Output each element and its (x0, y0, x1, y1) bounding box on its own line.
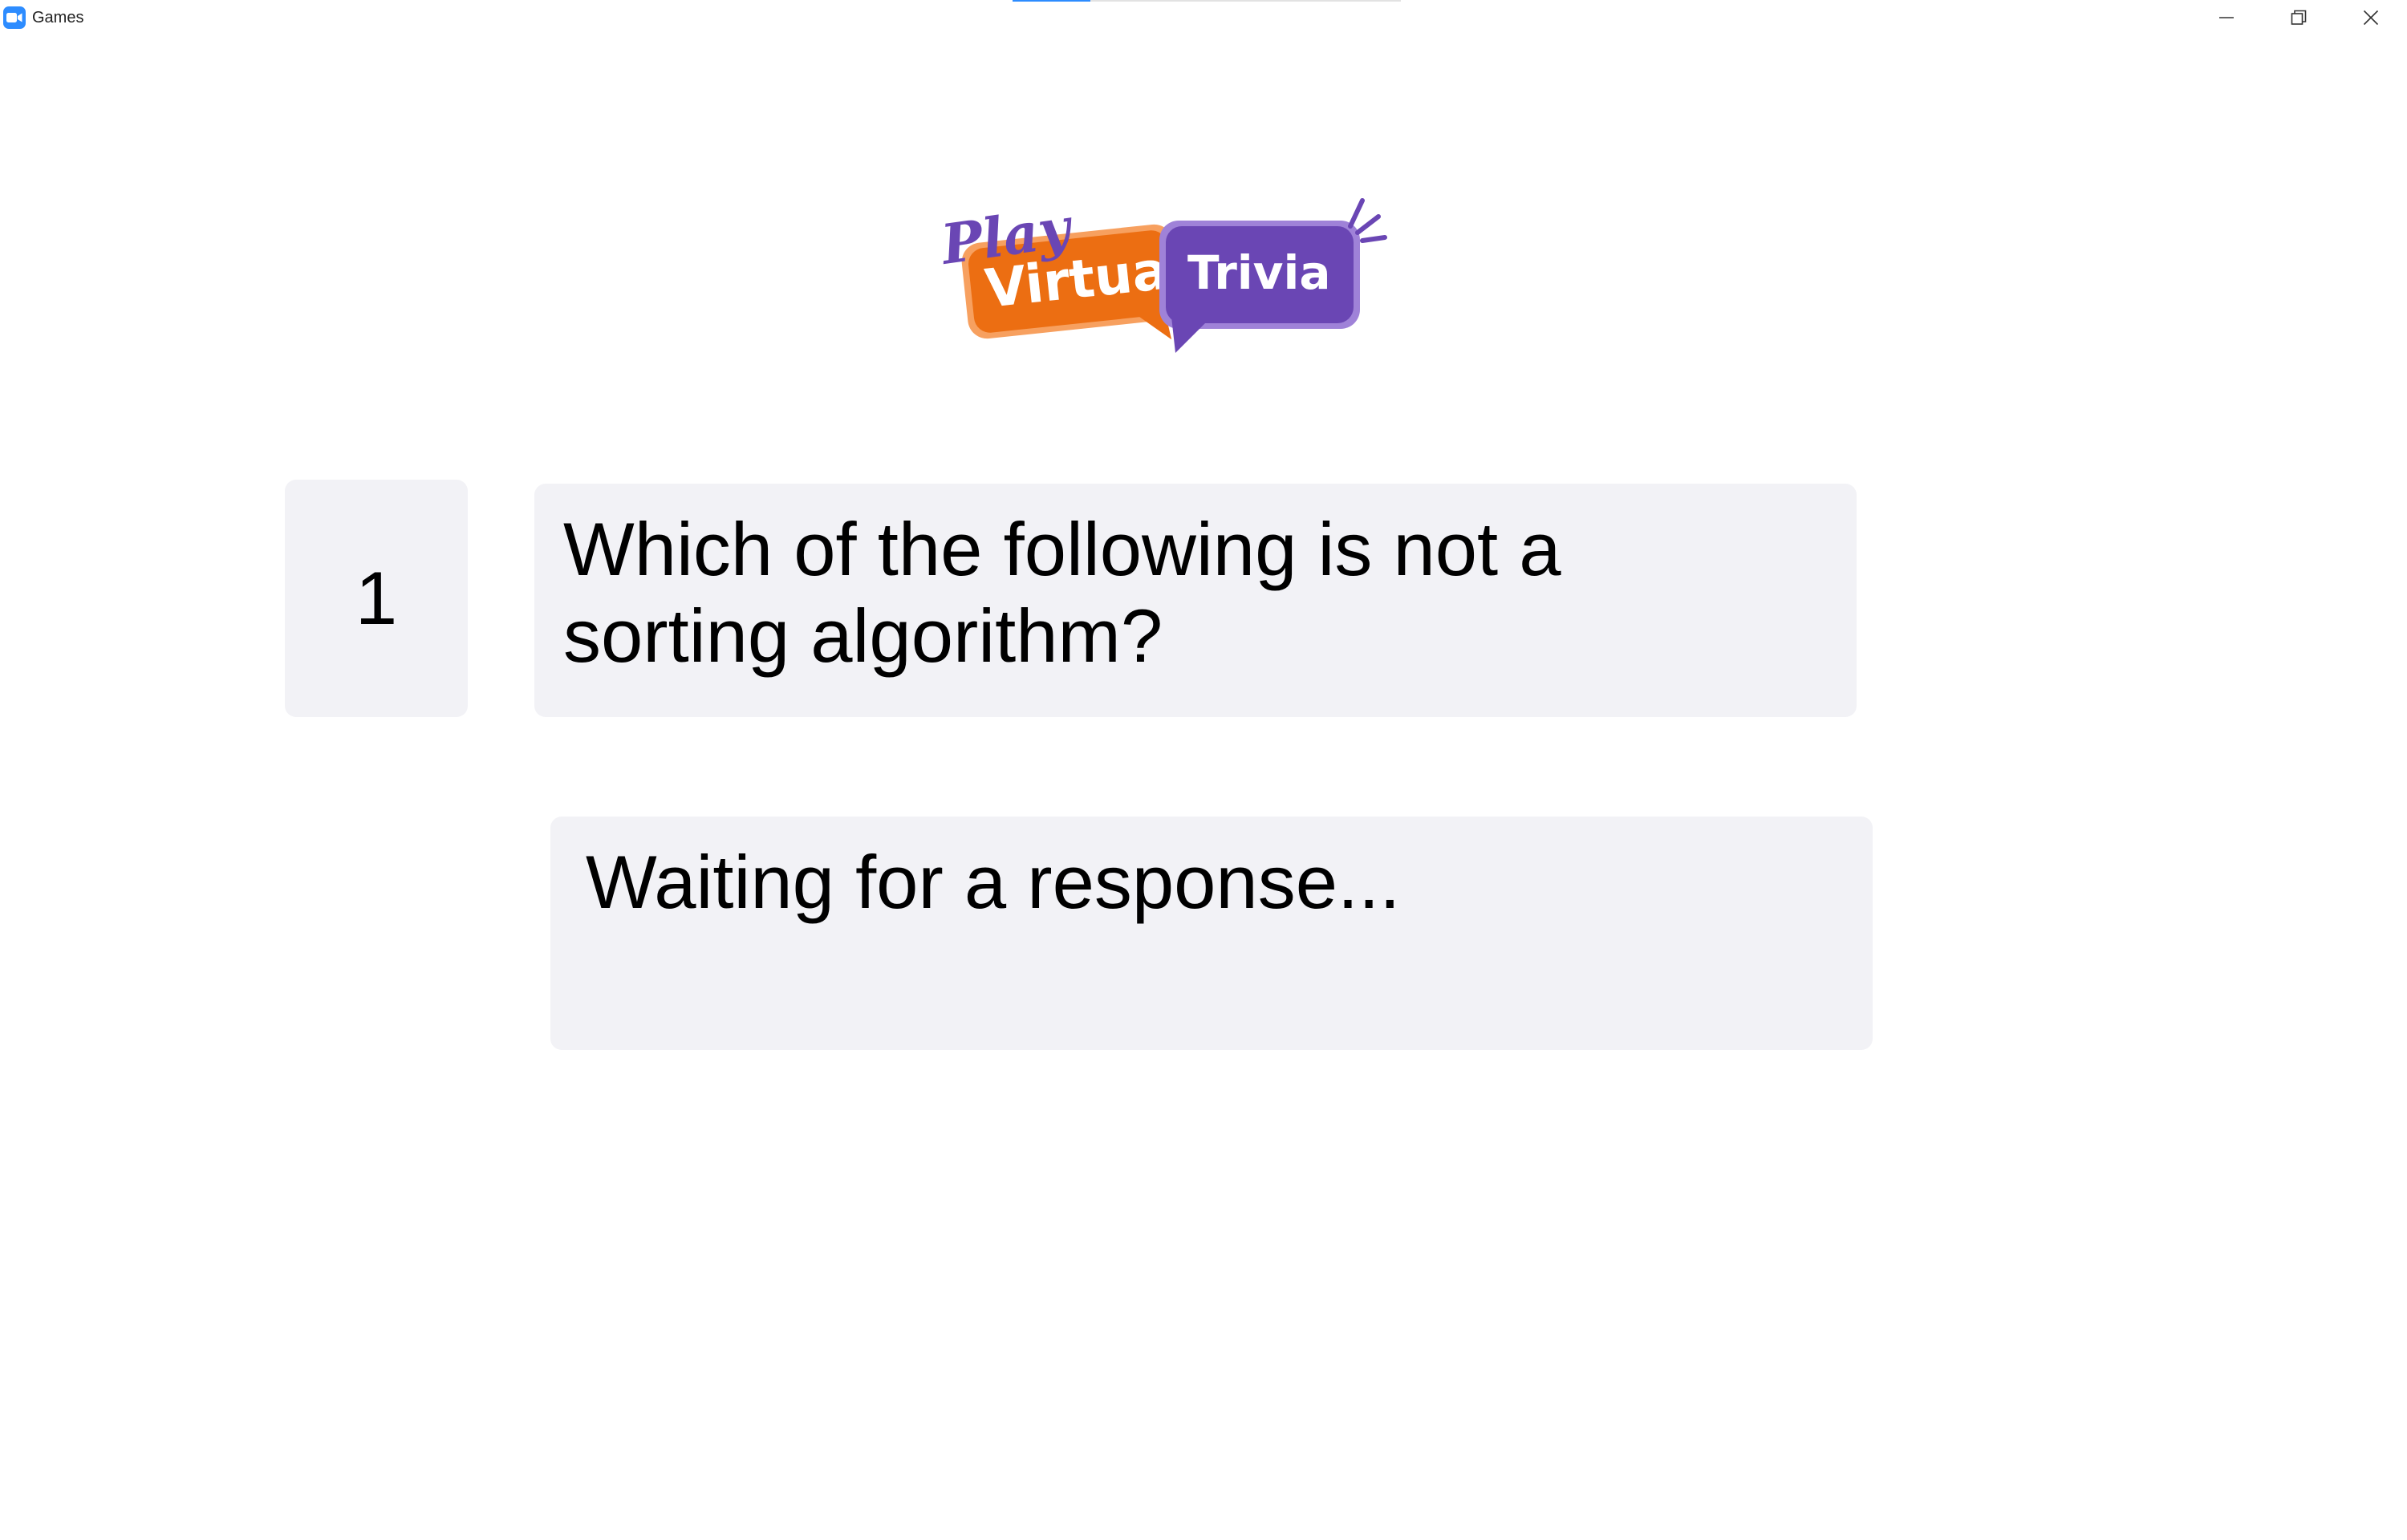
logo-word-trivia: Trivia (1187, 245, 1331, 300)
close-button[interactable] (2335, 0, 2407, 35)
window-titlebar: Games (0, 0, 2407, 35)
question-number: 1 (355, 556, 398, 640)
loading-progress-fill (1013, 0, 1090, 2)
minimize-button[interactable] (2190, 0, 2263, 35)
minimize-icon (2219, 17, 2234, 18)
loading-progress-bar (1013, 0, 1401, 2)
restore-icon (2291, 10, 2307, 25)
window-title: Games (32, 9, 84, 26)
close-icon (2363, 10, 2379, 26)
question-card: Which of the following is not a sorting … (534, 484, 1857, 717)
response-status-text: Waiting for a response... (586, 840, 1401, 924)
restore-button[interactable] (2263, 0, 2335, 35)
question-number-card: 1 (285, 480, 468, 717)
zoom-app-icon (3, 6, 26, 29)
play-virtual-trivia-logo: Virtual Trivia Play (931, 192, 1388, 361)
question-text: Which of the following is not a sorting … (563, 507, 1561, 678)
response-status-card: Waiting for a response... (550, 817, 1873, 1050)
